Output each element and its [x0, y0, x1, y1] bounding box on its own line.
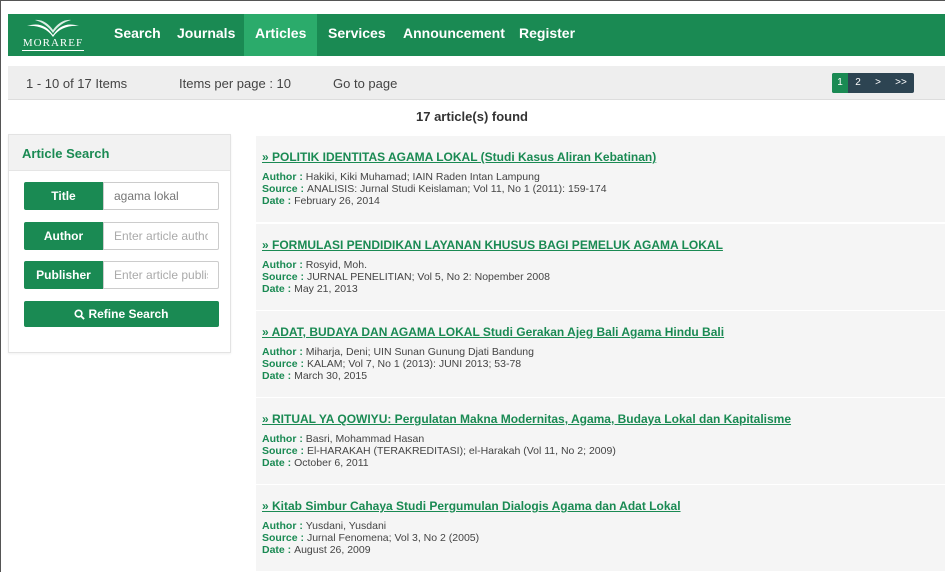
article-title-link[interactable]: » POLITIK IDENTITAS AGAMA LOKAL (Studi K…	[262, 150, 945, 164]
author-key: Author :	[262, 433, 306, 445]
article-source: Source : KALAM; Vol 7, No 1 (2013): JUNI…	[262, 358, 945, 370]
source-value: KALAM; Vol 7, No 1 (2013): JUNI 2013; 53…	[306, 358, 522, 370]
article-source: Source : JURNAL PENELITIAN; Vol 5, No 2:…	[262, 271, 945, 283]
publisher-field: Publisher	[24, 261, 219, 289]
author-value: Miharja, Deni; UIN Sunan Gunung Djati Ba…	[305, 346, 534, 358]
list-item: » FORMULASI PENDIDIKAN LAYANAN KHUSUS BA…	[256, 224, 945, 310]
last-page-button[interactable]: >>	[889, 73, 913, 93]
nav-search[interactable]: Search	[103, 14, 172, 56]
list-item: » RITUAL YA QOWIYU: Pergulatan Makna Mod…	[256, 398, 945, 484]
title-field: Title	[24, 182, 219, 210]
source-key: Source :	[262, 271, 307, 283]
article-source: Source : Jurnal Fenomena; Vol 3, No 2 (2…	[262, 532, 945, 544]
article-source: Source : El-HARAKAH (TERAKREDITASI); el-…	[262, 445, 945, 457]
found-suffix: article(s) found	[430, 109, 528, 124]
refine-search-button[interactable]: Refine Search	[24, 301, 219, 327]
article-search-panel: Article Search Title Author Publisher Re…	[8, 134, 231, 353]
author-key: Author :	[262, 171, 306, 183]
article-date: Date : February 26, 2014	[262, 195, 945, 207]
author-key: Author :	[262, 520, 306, 532]
go-to-page[interactable]: Go to page	[333, 76, 397, 91]
publisher-input[interactable]	[103, 261, 219, 289]
date-key: Date :	[262, 195, 295, 207]
title-input[interactable]	[103, 182, 219, 210]
next-page-button[interactable]: >	[868, 73, 888, 93]
page-2-button[interactable]: 2	[849, 73, 867, 93]
top-navbar: MORAREF Search Journals Articles Service…	[8, 14, 945, 56]
article-author: Author : Yusdani, Yusdani	[262, 520, 945, 532]
logo-text: MORAREF	[22, 37, 84, 49]
author-value: Basri, Mohammad Hasan	[305, 433, 425, 445]
article-search-heading: Article Search	[9, 135, 230, 171]
article-date: Date : March 30, 2015	[262, 370, 945, 382]
list-item: » POLITIK IDENTITAS AGAMA LOKAL (Studi K…	[256, 136, 945, 222]
book-wings-icon	[27, 19, 79, 37]
title-label: Title	[24, 182, 103, 210]
pagination-bar: 1 - 10 of 17 Items Items per page : 10 G…	[8, 66, 945, 100]
page-1-button[interactable]: 1	[832, 73, 848, 93]
logo-underline	[22, 50, 84, 51]
date-value: October 6, 2011	[294, 457, 369, 469]
nav-articles[interactable]: Articles	[244, 14, 318, 56]
source-key: Source :	[262, 532, 307, 544]
date-value: February 26, 2014	[294, 195, 380, 207]
article-title-link[interactable]: » Kitab Simbur Cahaya Studi Pergumulan D…	[262, 499, 945, 513]
date-value: August 26, 2009	[294, 544, 371, 556]
list-item: » ADAT, BUDAYA DAN AGAMA LOKAL Studi Ger…	[256, 311, 945, 397]
author-value: Hakiki, Kiki Muhamad; IAIN Raden Intan L…	[305, 171, 540, 183]
article-source: Source : ANALISIS: Jurnal Studi Keislama…	[262, 183, 945, 195]
date-key: Date :	[262, 370, 295, 382]
date-key: Date :	[262, 544, 295, 556]
date-key: Date :	[262, 457, 295, 469]
nav-journals[interactable]: Journals	[166, 14, 246, 56]
publisher-label: Publisher	[24, 261, 103, 289]
date-value: May 21, 2013	[294, 283, 358, 295]
search-icon	[74, 309, 86, 320]
found-count: 17	[416, 109, 431, 124]
source-value: Jurnal Fenomena; Vol 3, No 2 (2005)	[306, 532, 480, 544]
article-date: Date : October 6, 2011	[262, 457, 945, 469]
article-author: Author : Basri, Mohammad Hasan	[262, 433, 945, 445]
source-key: Source :	[262, 183, 307, 195]
article-title-link[interactable]: » RITUAL YA QOWIYU: Pergulatan Makna Mod…	[262, 412, 945, 426]
list-item: » Kitab Simbur Cahaya Studi Pergumulan D…	[256, 485, 945, 571]
author-field: Author	[24, 222, 219, 250]
article-date: Date : May 21, 2013	[262, 283, 945, 295]
article-author: Author : Miharja, Deni; UIN Sunan Gunung…	[262, 346, 945, 358]
article-title-link[interactable]: » ADAT, BUDAYA DAN AGAMA LOKAL Studi Ger…	[262, 325, 945, 339]
nav-services[interactable]: Services	[317, 14, 397, 56]
nav-register[interactable]: Register	[508, 14, 586, 56]
nav-announcement[interactable]: Announcement	[392, 14, 516, 56]
results-count: 17 article(s) found	[256, 109, 688, 124]
author-label: Author	[24, 222, 103, 250]
items-range: 1 - 10 of 17 Items	[26, 76, 128, 91]
date-key: Date :	[262, 283, 295, 295]
refine-search-label: Refine Search	[88, 307, 169, 321]
source-value: ANALISIS: Jurnal Studi Keislaman; Vol 11…	[306, 183, 607, 195]
date-value: March 30, 2015	[294, 370, 368, 382]
items-per-page[interactable]: Items per page : 10	[179, 76, 291, 91]
article-date: Date : August 26, 2009	[262, 544, 945, 556]
author-key: Author :	[262, 346, 306, 358]
source-value: JURNAL PENELITIAN; Vol 5, No 2: Nopember…	[306, 271, 550, 283]
author-input[interactable]	[103, 222, 219, 250]
source-key: Source :	[262, 358, 307, 370]
article-author: Author : Hakiki, Kiki Muhamad; IAIN Rade…	[262, 171, 945, 183]
source-key: Source :	[262, 445, 307, 457]
article-author: Author : Rosyid, Moh.	[262, 259, 945, 271]
author-value: Rosyid, Moh.	[305, 259, 368, 271]
page-buttons: 1 2 > >>	[832, 73, 914, 93]
author-value: Yusdani, Yusdani	[305, 520, 387, 532]
source-value: El-HARAKAH (TERAKREDITASI); el-Harakah (…	[306, 445, 616, 457]
author-key: Author :	[262, 259, 306, 271]
article-title-link[interactable]: » FORMULASI PENDIDIKAN LAYANAN KHUSUS BA…	[262, 238, 945, 252]
moraref-logo[interactable]: MORAREF	[19, 18, 87, 52]
